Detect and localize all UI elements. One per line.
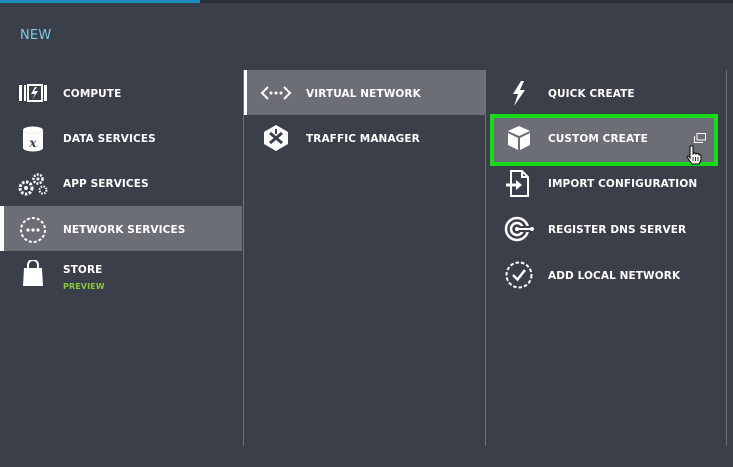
- action-quick-create[interactable]: QUICK CREATE: [486, 70, 726, 115]
- action-list: QUICK CREATE CUSTOM CREATE IMPORT CONFIG…: [485, 70, 727, 446]
- top-bar: [0, 0, 733, 3]
- category-label: NETWORK SERVICES: [63, 224, 186, 236]
- action-label: ADD LOCAL NETWORK: [548, 270, 681, 282]
- import-icon: [503, 169, 535, 197]
- category-compute[interactable]: COMPUTE: [0, 70, 242, 115]
- action-add-local-network[interactable]: ADD LOCAL NETWORK: [486, 252, 726, 297]
- preview-badge: PREVIEW: [63, 282, 105, 291]
- action-label: CUSTOM CREATE: [548, 133, 648, 145]
- category-network-services[interactable]: NETWORK SERVICES: [0, 206, 242, 251]
- data-services-icon: x: [18, 125, 48, 152]
- box-icon: [503, 124, 535, 152]
- compute-icon: [18, 80, 48, 106]
- category-list: COMPUTE x DATA SERVICES APP SERVICES NET…: [0, 70, 242, 446]
- gears-icon: [18, 170, 48, 196]
- category-data-services[interactable]: x DATA SERVICES: [0, 115, 242, 160]
- shopping-bag-icon: [18, 260, 48, 286]
- action-label: QUICK CREATE: [548, 88, 635, 100]
- network-item-virtual-network[interactable]: VIRTUAL NETWORK: [244, 70, 485, 115]
- network-services-list: VIRTUAL NETWORK TRAFFIC MANAGER: [243, 70, 485, 446]
- category-label: STORE: [63, 264, 103, 276]
- popout-icon: [694, 133, 706, 143]
- action-custom-create[interactable]: CUSTOM CREATE: [486, 115, 726, 165]
- traffic-manager-icon: [260, 124, 292, 152]
- action-label: REGISTER DNS SERVER: [548, 224, 687, 236]
- page-title: NEW: [20, 28, 52, 43]
- svg-text:x: x: [28, 136, 37, 150]
- category-label: APP SERVICES: [63, 178, 149, 190]
- network-services-icon: [18, 216, 48, 243]
- network-item-traffic-manager[interactable]: TRAFFIC MANAGER: [244, 115, 485, 160]
- category-store[interactable]: STORE PREVIEW: [0, 252, 242, 300]
- top-accent-bar: [0, 0, 200, 3]
- virtual-network-icon: [260, 79, 292, 107]
- network-item-label: TRAFFIC MANAGER: [306, 133, 420, 145]
- action-label: IMPORT CONFIGURATION: [548, 178, 698, 190]
- category-label: COMPUTE: [63, 88, 122, 100]
- check-circle-icon: [503, 261, 535, 289]
- action-import-configuration[interactable]: IMPORT CONFIGURATION: [486, 160, 726, 205]
- action-register-dns-server[interactable]: REGISTER DNS SERVER: [486, 206, 726, 251]
- lightning-icon: [503, 79, 535, 107]
- network-item-label: VIRTUAL NETWORK: [306, 88, 421, 100]
- category-app-services[interactable]: APP SERVICES: [0, 160, 242, 205]
- category-label: DATA SERVICES: [63, 133, 156, 145]
- dns-icon: [503, 215, 535, 243]
